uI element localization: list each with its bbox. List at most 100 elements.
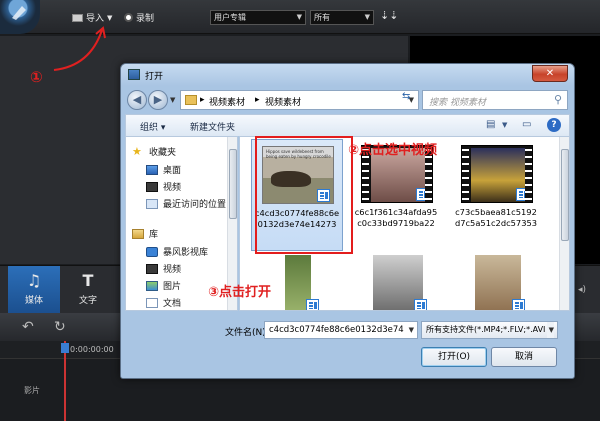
video-file-icon	[414, 299, 427, 310]
forward-button[interactable]: ▶	[148, 90, 168, 110]
playhead-handle[interactable]	[61, 343, 69, 353]
recent-places-icon	[146, 198, 158, 209]
file-name: c73c5baea81c5192d7c5a51c2dc57353	[454, 207, 538, 228]
address-row: ◀ ▶ ▼ ▸ 视频素材 ▸ 视频素材 ▼ ⇆ 搜索 视频素材 ⚲	[121, 86, 574, 114]
undo-icon[interactable]: ↶	[22, 319, 34, 335]
nav-videos[interactable]: 视频	[146, 180, 181, 193]
organize-button[interactable]: 组织 ▾	[140, 120, 165, 133]
open-button[interactable]: 打开(O)	[421, 347, 487, 367]
sort-icon[interactable]: ⇣⇣	[380, 9, 398, 22]
volume-icon[interactable]: ◂)	[578, 285, 600, 299]
nav-favorites-label: 收藏夹	[149, 148, 177, 158]
refresh-icon[interactable]: ⇆	[402, 91, 410, 102]
playhead[interactable]	[64, 341, 66, 421]
command-bar: 组织 ▾ 新建文件夹 ▤ ▼ ▭ ?	[125, 114, 570, 136]
redo-icon[interactable]: ↻	[54, 319, 66, 335]
back-button[interactable]: ◀	[127, 90, 147, 110]
video-folder-icon	[146, 263, 158, 274]
filter-select[interactable]: 所有 ▼	[310, 10, 374, 25]
view-toggle-icon[interactable]: ▤	[486, 119, 495, 130]
help-icon[interactable]: ?	[547, 118, 561, 132]
chevron-down-icon[interactable]: ▼	[409, 322, 414, 338]
record-button[interactable]: 录制	[124, 11, 154, 24]
album-select[interactable]: 用户专辑 ▼	[210, 10, 306, 25]
annotation-step-3: ③点击打开	[208, 285, 272, 300]
nav-favorites[interactable]: ★ 收藏夹	[132, 145, 176, 158]
nav-recent-label: 最近访问的位置	[163, 200, 227, 210]
preview-pane-icon[interactable]: ▭	[522, 119, 531, 130]
selection-highlight-frame	[255, 136, 353, 254]
cancel-button[interactable]: 取消	[491, 347, 557, 367]
filename-input[interactable]: c4cd3c0774fe88c6e0132d3e74 ▼	[264, 321, 418, 339]
search-input[interactable]: 搜索 视频素材 ⚲	[422, 90, 568, 110]
video-thumbnail	[261, 255, 333, 310]
music-media-icon: ♫	[26, 271, 42, 290]
nav-documents[interactable]: 文档	[146, 296, 181, 309]
nav-storm-library[interactable]: 暴风影视库	[146, 245, 208, 258]
timecode: 0:00:00:00	[70, 345, 114, 354]
chevron-down-icon: ▼	[546, 322, 554, 338]
tab-media-label: 媒体	[24, 296, 43, 306]
tab-media[interactable]: ♫ 媒体	[8, 266, 60, 314]
file-item-4[interactable]	[251, 249, 343, 310]
nav-storm-label: 暴风影视库	[163, 248, 209, 258]
nav-desktop[interactable]: 桌面	[146, 163, 181, 176]
annotation-step-1: ①	[30, 68, 43, 86]
text-icon: T	[82, 271, 94, 290]
library-icon	[132, 228, 144, 239]
breadcrumb-item[interactable]: 视频素材	[265, 95, 301, 108]
record-icon	[124, 13, 133, 22]
new-folder-button[interactable]: 新建文件夹	[190, 120, 235, 133]
nav-lib-videos[interactable]: 视频	[146, 262, 181, 275]
import-label: 导入	[86, 14, 105, 24]
annotation-step-2: ②点击选中视频	[348, 143, 438, 158]
video-file-icon	[306, 299, 319, 310]
scroll-thumb[interactable]	[229, 149, 237, 219]
video-file-icon	[512, 299, 525, 310]
nav-documents-label: 文档	[163, 299, 182, 309]
open-file-dialog: 打开 ✕ ◀ ▶ ▼ ▸ 视频素材 ▸ 视频素材 ▼ ⇆ 搜索 视频素材 ⚲ 组…	[120, 63, 575, 379]
folder-icon	[185, 95, 197, 105]
history-dropdown-icon[interactable]: ▼	[170, 96, 175, 104]
arrow-right-icon: ▶	[153, 93, 163, 106]
star-icon: ★	[132, 145, 142, 158]
window-icon	[128, 69, 140, 80]
filename-label: 文件名(N):	[225, 328, 269, 338]
documents-icon	[146, 297, 158, 308]
file-item-5[interactable]	[351, 249, 443, 310]
import-button[interactable]: 导入 ▼	[72, 11, 112, 24]
tab-text-label: 文字	[78, 296, 97, 306]
annotation-arrow-1	[53, 26, 106, 71]
dialog-title-bar[interactable]: 打开 ✕	[121, 64, 574, 86]
file-item-6[interactable]	[451, 249, 543, 310]
chevron-down-icon[interactable]: ▼	[502, 121, 507, 129]
nav-pictures-label: 图片	[163, 282, 182, 292]
breadcrumb-item[interactable]: 视频素材	[209, 95, 245, 108]
video-thumbnail	[461, 145, 533, 203]
file-item-3[interactable]: c73c5baea81c5192d7c5a51c2dc57353	[451, 139, 543, 251]
scroll-thumb[interactable]	[561, 149, 569, 241]
nav-libraries-label: 库	[149, 230, 159, 240]
nav-pictures[interactable]: 图片	[146, 279, 181, 292]
video-thumbnail	[361, 255, 433, 310]
video-file-icon	[416, 188, 429, 201]
filetype-select[interactable]: 所有支持文件(*.MP4;*.FLV;*.AVI ▼	[421, 321, 558, 339]
track-label-movie: 影片	[24, 386, 40, 395]
dialog-title: 打开	[145, 72, 164, 82]
chevron-down-icon: ▼	[107, 13, 113, 22]
pictures-icon	[146, 280, 158, 291]
nav-libraries[interactable]: 库	[132, 227, 158, 240]
filter-select-value: 所有	[314, 13, 330, 22]
close-button[interactable]: ✕	[532, 65, 568, 82]
chevron-down-icon: ▼	[296, 13, 302, 21]
nav-lib-videos-label: 视频	[163, 265, 182, 275]
search-placeholder: 搜索 视频素材	[429, 98, 486, 108]
album-select-value: 用户专辑	[214, 13, 246, 22]
arrow-left-icon: ◀	[132, 93, 142, 106]
nav-recent-places[interactable]: 最近访问的位置	[146, 197, 226, 210]
nav-desktop-label: 桌面	[163, 166, 182, 176]
file-scrollbar[interactable]	[559, 137, 569, 310]
tab-text[interactable]: T 文字	[62, 266, 114, 314]
address-bar[interactable]: ▸ 视频素材 ▸ 视频素材 ▼	[180, 90, 419, 110]
filename-value: c4cd3c0774fe88c6e0132d3e74	[269, 325, 404, 335]
